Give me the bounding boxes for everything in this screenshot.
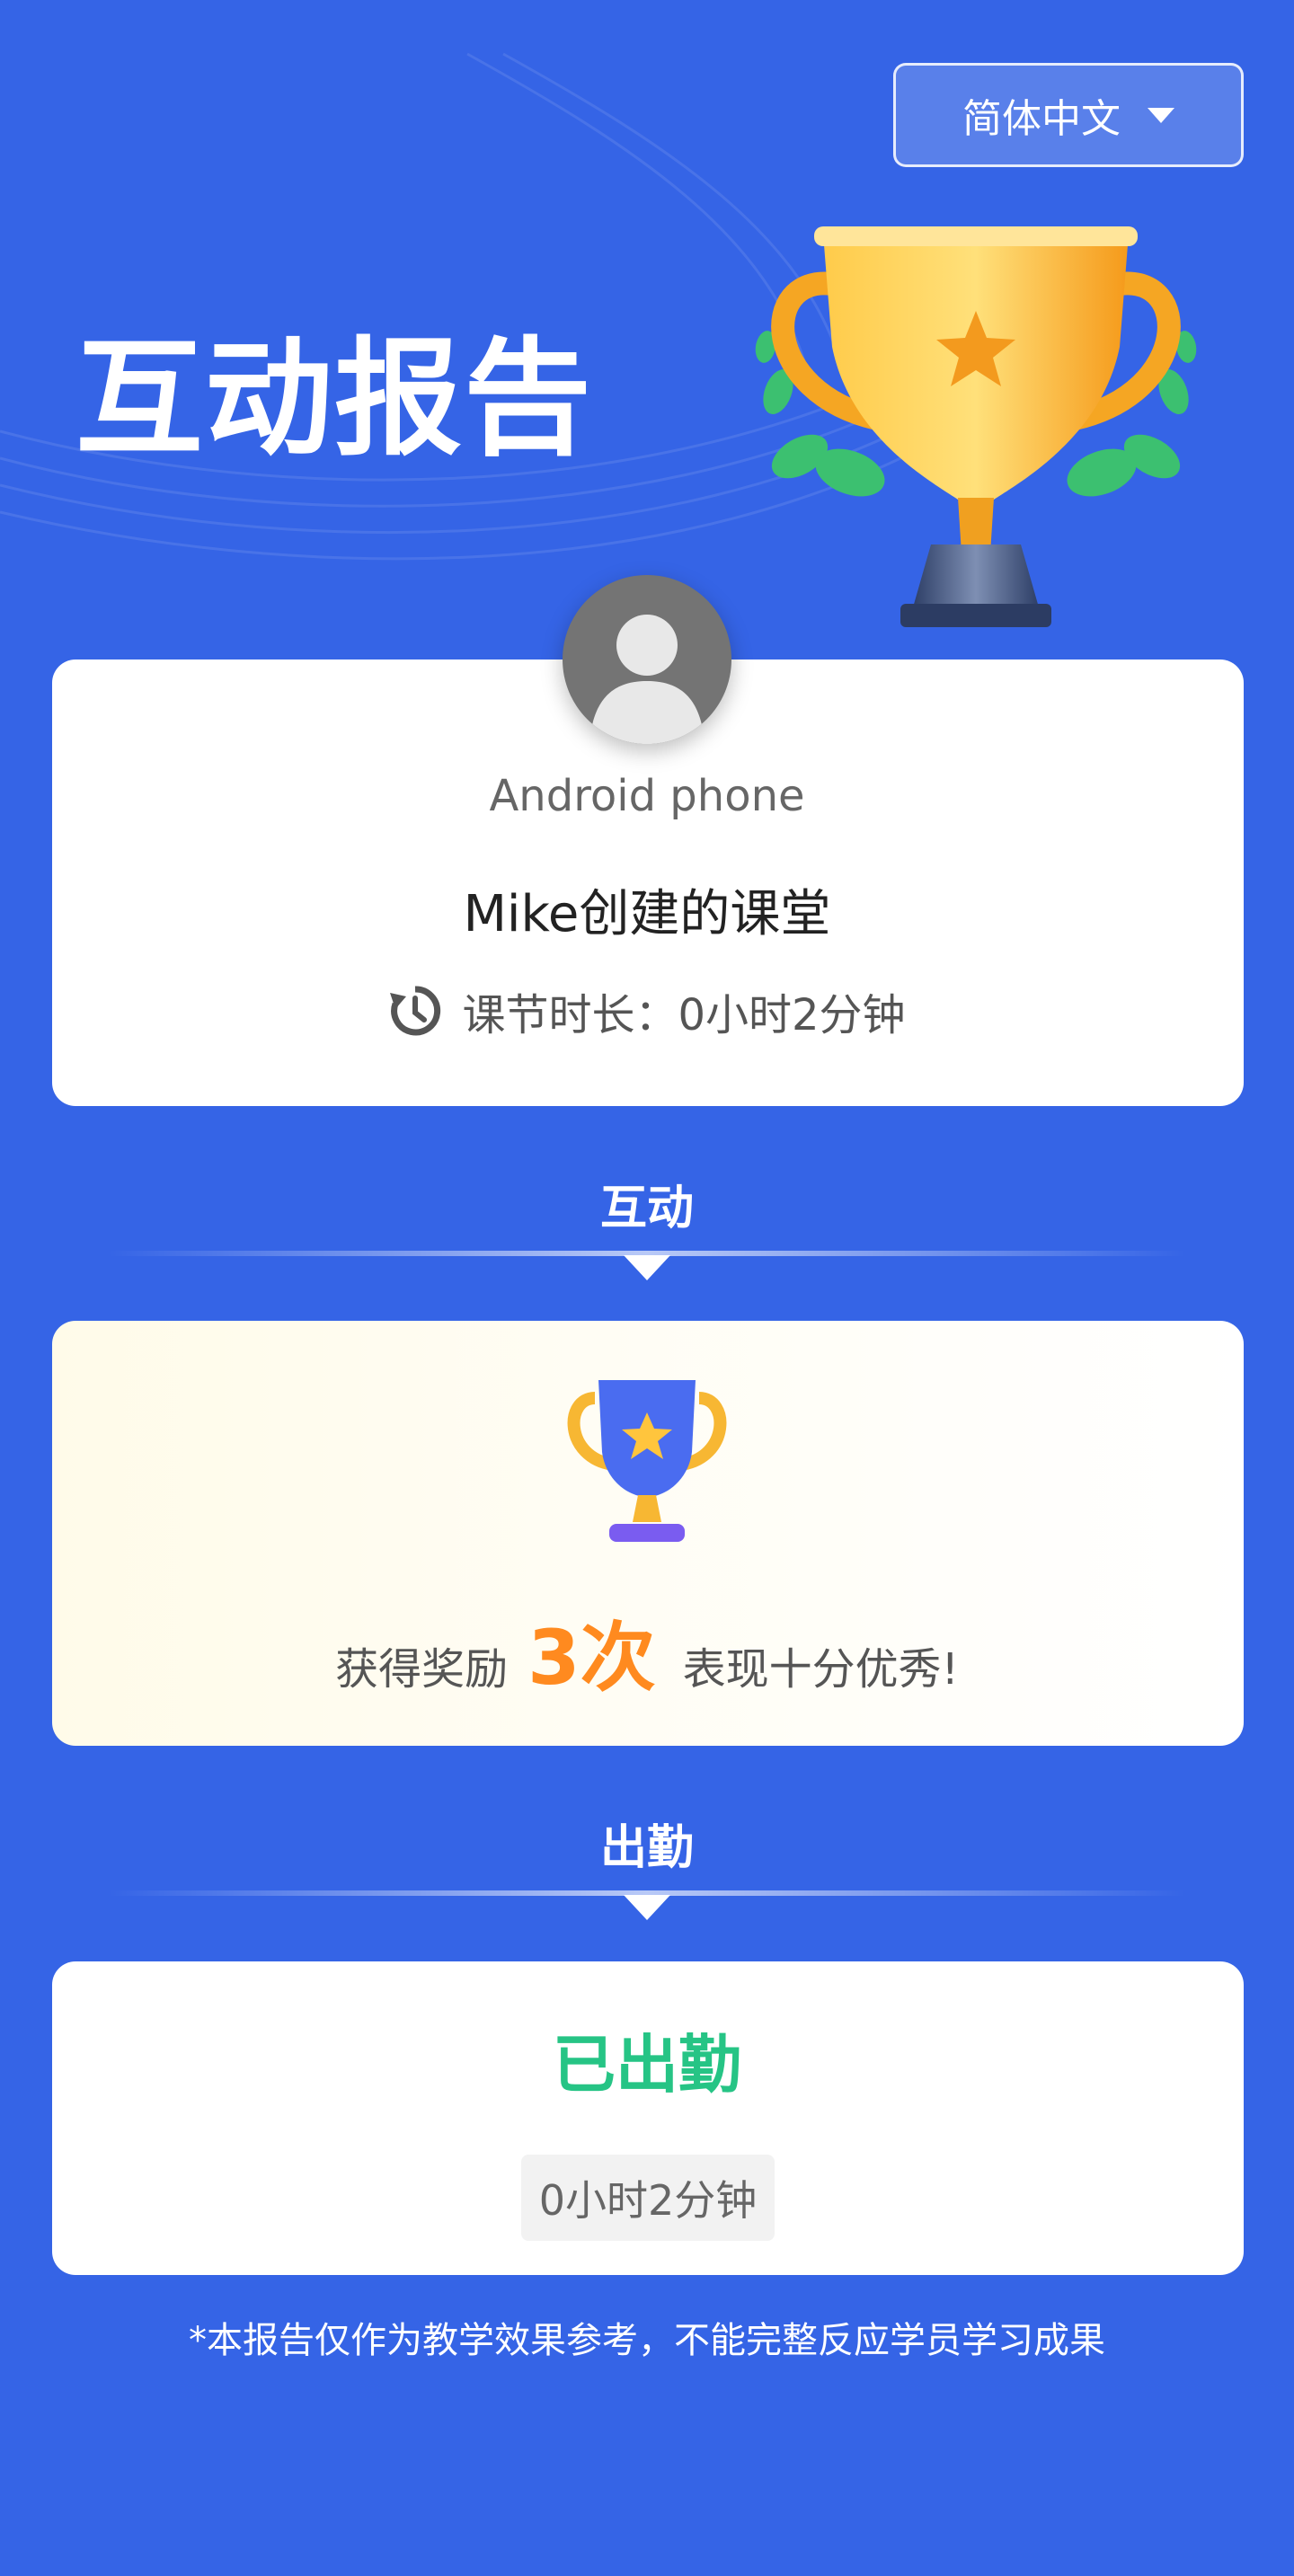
section-divider-arrow xyxy=(624,1895,670,1920)
section-title-attendance: 出勤 xyxy=(599,1821,694,1875)
class-name: Mike创建的课堂 xyxy=(463,885,831,943)
attendance-time: 0小时2分钟 xyxy=(521,2155,775,2241)
disclaimer: *本报告仅作为教学效果参考，不能完整反应学员学习成果 xyxy=(189,2320,1105,2361)
chevron-down-icon xyxy=(1148,107,1174,123)
duration-value: 0小时2分钟 xyxy=(678,990,906,1040)
reward-suffix: 表现十分优秀! xyxy=(682,1644,959,1695)
class-duration: 课节时长： 0小时2分钟 xyxy=(0,979,1294,1042)
trophy-small-icon xyxy=(567,1380,727,1542)
section-divider-arrow xyxy=(624,1255,670,1280)
clock-history-icon xyxy=(390,986,441,1036)
language-label: 简体中文 xyxy=(962,96,1121,142)
trophy-icon xyxy=(755,226,1197,627)
section-title-interaction: 互动 xyxy=(599,1182,694,1235)
page-title: 互动报告 xyxy=(75,325,593,474)
reward-prefix: 获得奖励 xyxy=(335,1644,509,1695)
reward-count: 3次 xyxy=(527,1614,656,1702)
avatar-icon xyxy=(563,575,731,744)
duration-label: 课节时长： xyxy=(462,990,678,1040)
device-name: Android phone xyxy=(489,771,805,821)
attendance-status: 已出勤 xyxy=(553,2028,741,2102)
language-selector[interactable]: 简体中文 xyxy=(893,63,1244,167)
reward-summary: 获得奖励 3次 表现十分优秀! xyxy=(0,1598,1294,1705)
